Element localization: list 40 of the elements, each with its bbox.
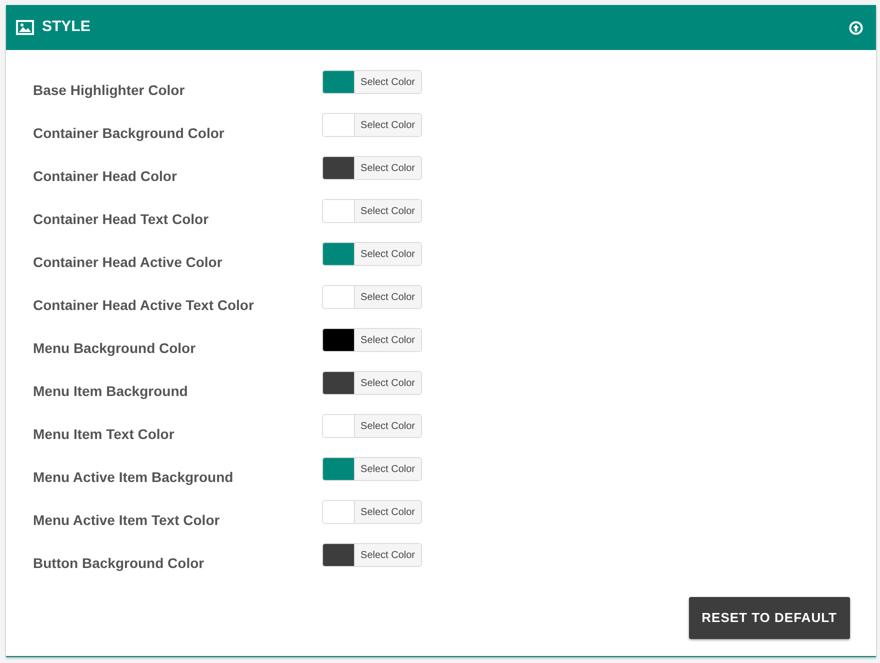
reset-button[interactable]: RESET TO DEFAULT [688, 597, 850, 638]
select-color-button[interactable]: Select Color [354, 458, 421, 480]
setting-label: Container Head Color [33, 167, 178, 186]
color-swatch[interactable] [323, 329, 355, 351]
setting-label: Container Head Text Color [33, 210, 210, 229]
setting-label: Menu Item Background [33, 382, 189, 401]
color-swatch[interactable] [323, 286, 355, 308]
select-color-button[interactable]: Select Color [354, 544, 421, 566]
color-swatch[interactable] [323, 71, 355, 93]
setting-label: Menu Background Color [33, 339, 197, 358]
select-color-button[interactable]: Select Color [354, 71, 421, 93]
select-color-button[interactable]: Select Color [354, 157, 421, 179]
setting-label: Container Head Active Text Color [33, 296, 255, 315]
setting-label: Base Highlighter Color [33, 81, 186, 100]
select-color-button[interactable]: Select Color [354, 372, 421, 394]
color-swatch[interactable] [323, 372, 355, 394]
setting-label: Container Background Color [33, 124, 226, 143]
color-swatch[interactable] [323, 501, 355, 523]
collapse-icon[interactable] [849, 20, 863, 34]
setting-label: Menu Item Text Color [33, 425, 176, 444]
select-color-button[interactable]: Select Color [354, 200, 421, 222]
setting-label: Menu Active Item Text Color [33, 511, 221, 530]
setting-label: Menu Active Item Background [33, 468, 234, 487]
select-color-button[interactable]: Select Color [354, 415, 421, 437]
select-color-button[interactable]: Select Color [354, 501, 421, 523]
color-swatch[interactable] [323, 243, 355, 265]
select-color-button[interactable]: Select Color [354, 286, 421, 308]
color-swatch[interactable] [323, 114, 355, 136]
select-color-button[interactable]: Select Color [354, 114, 421, 136]
panel-title: STYLE [42, 17, 90, 38]
color-swatch[interactable] [323, 415, 355, 437]
setting-label: Container Head Active Color [33, 253, 224, 272]
color-swatch[interactable] [323, 544, 355, 566]
color-swatch[interactable] [323, 157, 355, 179]
setting-label: Button Background Color [33, 554, 206, 573]
select-color-button[interactable]: Select Color [354, 329, 421, 351]
image-icon [16, 20, 34, 35]
color-swatch[interactable] [323, 200, 355, 222]
select-color-button[interactable]: Select Color [354, 243, 421, 265]
color-swatch[interactable] [323, 458, 355, 480]
